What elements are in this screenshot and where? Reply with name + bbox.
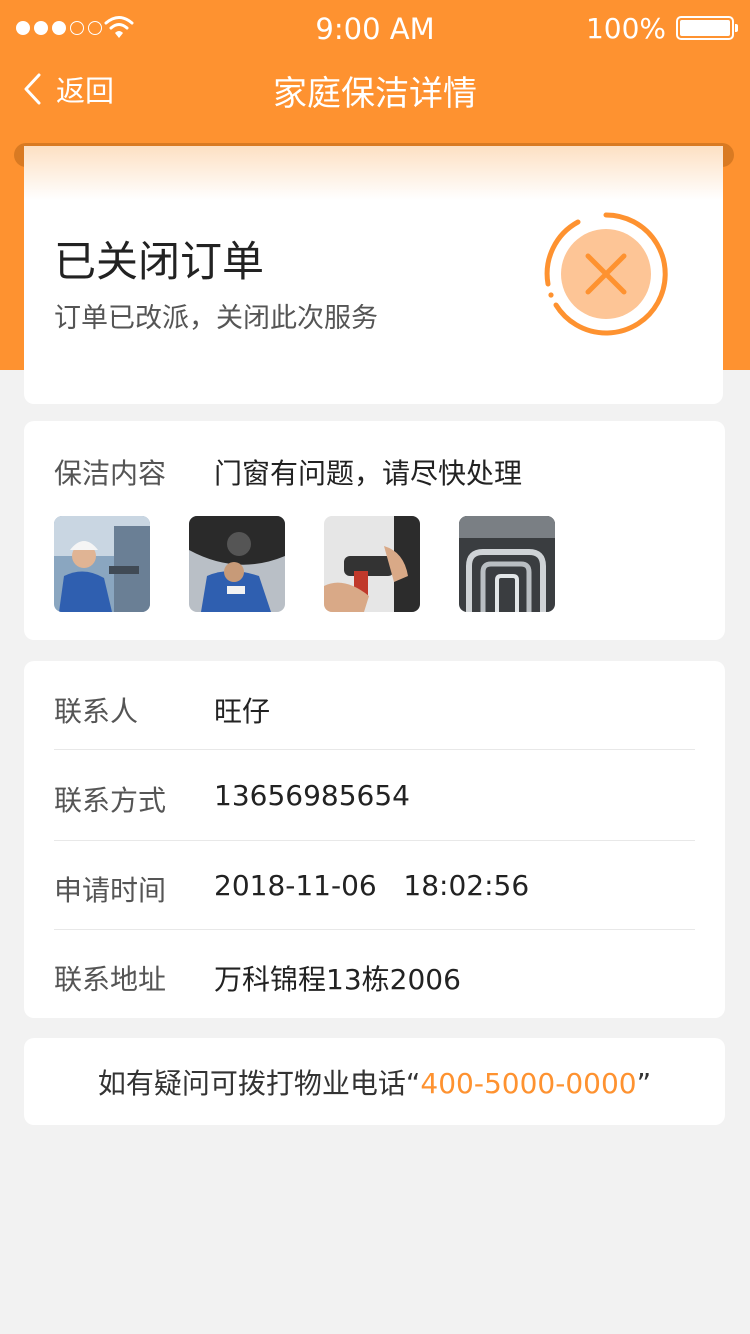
close-icon: [544, 212, 668, 336]
status-bar: 9:00 AM 100%: [0, 0, 750, 56]
cleaning-content-label: 保洁内容: [54, 457, 167, 490]
contact-address-label: 联系地址: [54, 963, 167, 996]
apply-time-label: 申请时间: [54, 874, 167, 907]
cleaning-content-value: 门窗有问题，请尽快处理: [214, 457, 523, 490]
pipes-photo[interactable]: [459, 516, 555, 612]
order-status-title: 已关闭订单: [54, 237, 265, 286]
battery-icon: [676, 16, 738, 40]
battery-percentage: 100%: [585, 12, 666, 45]
car-underside-photo[interactable]: [189, 516, 285, 612]
contact-phone-value: 13656985654: [214, 779, 410, 812]
divider: [54, 749, 695, 750]
order-status-card: 已关闭订单 订单已改派，关闭此次服务: [24, 146, 723, 404]
contact-name-value: 旺仔: [214, 695, 271, 728]
property-phone-link[interactable]: 400-5000-0000: [420, 1067, 636, 1100]
impact-wrench-photo[interactable]: [324, 516, 420, 612]
contact-info-card: 联系人 旺仔 联系方式 13656985654 申请时间 2018-11-06 …: [24, 661, 725, 1018]
divider: [54, 840, 695, 841]
contact-name-label: 联系人: [54, 695, 139, 728]
help-suffix: ”: [636, 1067, 652, 1100]
help-prefix: 如有疑问可拨打物业电话“: [97, 1067, 421, 1100]
order-status-subtitle: 订单已改派，关闭此次服务: [54, 303, 378, 334]
contact-phone-label: 联系方式: [54, 784, 167, 817]
page-title: 家庭保洁详情: [273, 74, 477, 114]
contact-address-value: 万科锦程13栋2006: [214, 963, 461, 996]
divider: [54, 929, 695, 930]
apply-time-value: 2018-11-06 18:02:56: [214, 869, 530, 902]
cleaning-content-card: 保洁内容 门窗有问题，请尽快处理: [24, 421, 725, 640]
help-text: 如有疑问可拨打物业电话“400-5000-0000”: [24, 1062, 725, 1102]
navigation-bar: 返回 家庭保洁详情: [0, 56, 750, 128]
worker-photo[interactable]: [54, 516, 150, 612]
card-top-shadow: [24, 146, 723, 200]
help-card: 如有疑问可拨打物业电话“400-5000-0000”: [24, 1038, 725, 1125]
